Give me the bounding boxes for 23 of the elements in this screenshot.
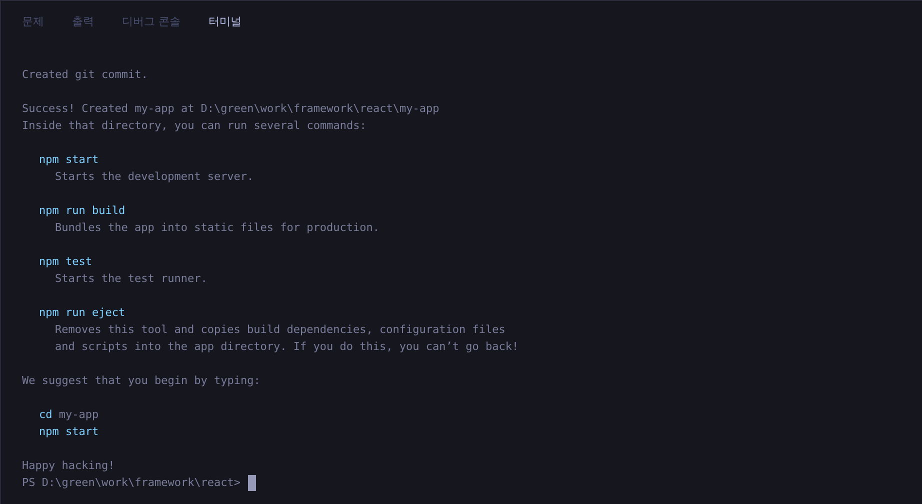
output-text: my-app	[58, 407, 99, 423]
output-text: Starts the test runner.	[55, 271, 208, 287]
command-text: npm start	[39, 424, 99, 440]
output-text: Created git commit.	[22, 67, 148, 83]
panel-tab[interactable]: 디버그 콘솔	[122, 11, 180, 31]
command-text: npm run build	[39, 203, 126, 219]
panel-tab[interactable]: 문제	[22, 11, 44, 31]
output-text: Happy hacking!	[22, 458, 115, 474]
cursor-block	[248, 474, 256, 490]
output-text: Success! Created my-app at D:\green\work\framework\react\my-app	[22, 101, 440, 117]
panel-tab[interactable]: 출력	[72, 11, 94, 31]
panel-tab[interactable]: 터미널	[208, 11, 242, 31]
command-text: npm run eject	[39, 305, 126, 321]
command-text: npm start	[39, 152, 99, 168]
command-text: cd	[39, 407, 52, 423]
output-text: Removes this tool and copies build dependencies, configuration files	[55, 322, 506, 338]
output-text: Inside that directory, you can run several commands:	[22, 118, 366, 134]
output-text: and scripts into the app directory. If you do this, you can’t go back!	[55, 339, 519, 355]
output-text: PS D:\green\work\framework\react>	[22, 475, 241, 491]
output-text: Bundles the app into static files for production.	[55, 220, 380, 236]
output-text: We suggest that you begin by typing:	[22, 373, 260, 389]
command-text: npm test	[39, 254, 92, 270]
output-text: Starts the development server.	[55, 169, 254, 185]
